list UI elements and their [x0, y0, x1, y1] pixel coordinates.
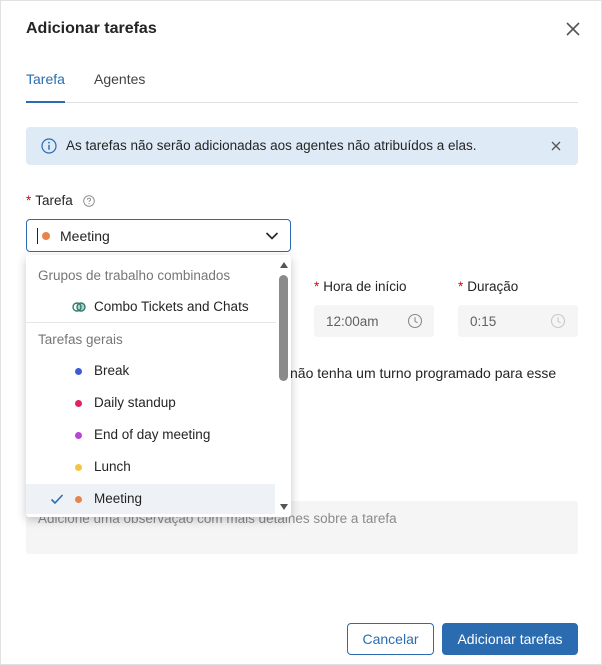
dropdown-option-break[interactable]: Break — [26, 356, 275, 386]
required-marker: * — [26, 193, 32, 208]
clock-icon — [550, 313, 566, 329]
scroll-down-arrow-icon[interactable] — [280, 504, 288, 510]
scrollbar-thumb[interactable] — [279, 275, 288, 381]
duration-label: * Duração — [458, 279, 519, 294]
duration-value: 0:15 — [470, 314, 497, 329]
checkmark-icon — [50, 494, 64, 505]
option-label: Daily standup — [94, 395, 176, 410]
close-icon[interactable] — [564, 20, 582, 38]
option-label: Break — [94, 363, 130, 378]
option-label: Meeting — [94, 491, 143, 506]
dropdown-scrollbar[interactable] — [277, 255, 291, 517]
clock-icon — [407, 313, 423, 329]
option-label: Lunch — [94, 459, 131, 474]
tab-tarefa[interactable]: Tarefa — [26, 71, 65, 103]
dropdown-option-daily-standup[interactable]: Daily standup — [26, 388, 275, 418]
shift-notice-text: não tenha um turno programado para esse — [290, 365, 557, 381]
info-message-text: As tarefas não serão adicionadas aos age… — [66, 138, 477, 153]
dropdown-option-end-of-day-meeting[interactable]: End of day meeting — [26, 420, 275, 450]
dropdown-option-meeting[interactable]: Meeting — [26, 484, 275, 514]
text-cursor — [37, 228, 38, 244]
info-icon — [41, 138, 57, 154]
help-icon[interactable] — [82, 195, 95, 207]
chevron-down-icon — [265, 232, 279, 240]
group-divider — [26, 322, 276, 323]
dropdown-option-combo-tickets-and-chats[interactable]: Combo Tickets and Chats — [26, 292, 275, 322]
tab-agentes[interactable]: Agentes — [94, 71, 145, 96]
task-field-label: * Tarefa — [26, 193, 95, 208]
scroll-up-arrow-icon[interactable] — [280, 262, 288, 268]
dialog-title: Adicionar tarefas — [26, 20, 157, 37]
cancel-button[interactable]: Cancelar — [347, 623, 434, 655]
task-color-dot — [75, 464, 82, 471]
task-color-dot — [75, 368, 82, 375]
option-label: Combo Tickets and Chats — [94, 299, 249, 314]
task-select[interactable]: Meeting — [26, 219, 291, 252]
task-color-dot — [75, 496, 82, 503]
group-header-combined: Grupos de trabalho combinados — [38, 268, 231, 283]
tab-bar: Tarefa Agentes — [26, 71, 578, 103]
task-color-dot — [75, 400, 82, 407]
add-tasks-dialog: Adicionar tarefas Tarefa Agentes As tare… — [0, 0, 602, 665]
duration-input[interactable]: 0:15 — [458, 305, 578, 337]
selected-task-color-dot — [42, 232, 50, 240]
combo-group-icon — [72, 302, 86, 312]
start-time-input[interactable]: 12:00am — [314, 305, 434, 337]
selected-task-value: Meeting — [60, 228, 110, 244]
start-time-value: 12:00am — [326, 314, 379, 329]
dropdown-option-lunch[interactable]: Lunch — [26, 452, 275, 482]
info-message-bar: As tarefas não serão adicionadas aos age… — [26, 127, 578, 165]
task-color-dot — [75, 432, 82, 439]
dismiss-info-icon[interactable] — [551, 141, 561, 151]
start-time-label: * Hora de início — [314, 279, 407, 294]
task-dropdown-list: Grupos de trabalho combinados Combo Tick… — [26, 255, 291, 517]
group-header-general: Tarefas gerais — [38, 332, 123, 347]
option-label: End of day meeting — [94, 427, 211, 442]
add-tasks-button[interactable]: Adicionar tarefas — [442, 623, 578, 655]
